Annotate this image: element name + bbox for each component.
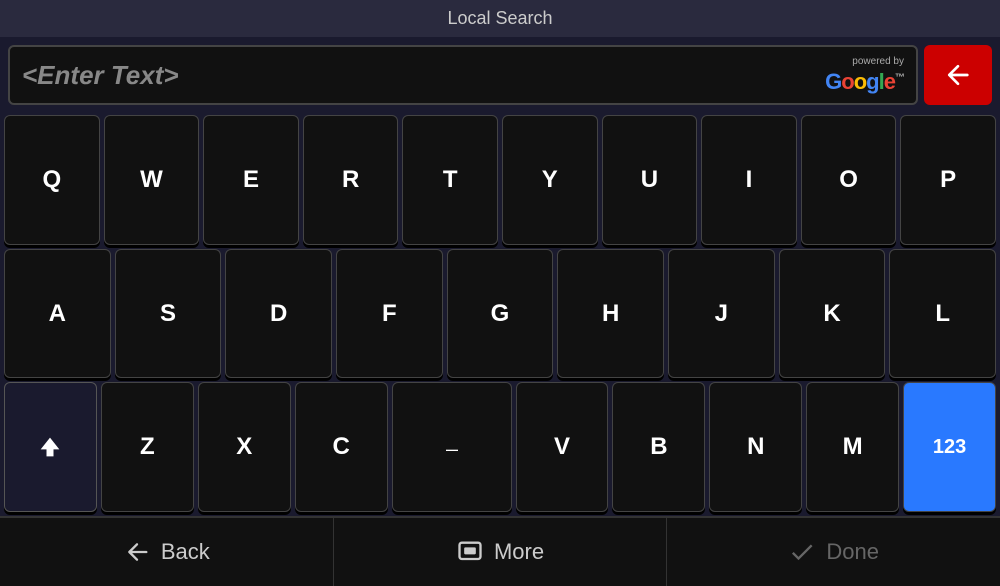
keyboard-area: Q W E R T Y U I O P A S D F G H J K L Z … (0, 111, 1000, 516)
key-M[interactable]: M (806, 382, 899, 512)
search-placeholder: <Enter Text> (22, 60, 179, 91)
key-K[interactable]: K (779, 249, 886, 379)
back-icon (123, 538, 151, 566)
key-Q[interactable]: Q (4, 115, 100, 245)
bottom-bar: Back More Done (0, 516, 1000, 586)
google-logo: Google™ (825, 69, 904, 95)
key-G[interactable]: G (447, 249, 554, 379)
key-L[interactable]: L (889, 249, 996, 379)
more-icon (456, 538, 484, 566)
key-E[interactable]: E (203, 115, 299, 245)
key-shift[interactable] (4, 382, 97, 512)
key-123[interactable]: 123 (903, 382, 996, 512)
key-U[interactable]: U (602, 115, 698, 245)
key-F[interactable]: F (336, 249, 443, 379)
done-icon (788, 538, 816, 566)
key-B[interactable]: B (612, 382, 705, 512)
back-button[interactable]: Back (0, 518, 334, 586)
done-label: Done (826, 539, 879, 565)
key-D[interactable]: D (225, 249, 332, 379)
keyboard-row-2: A S D F G H J K L (4, 249, 996, 379)
key-H[interactable]: H (557, 249, 664, 379)
key-S[interactable]: S (115, 249, 222, 379)
more-button[interactable]: More (334, 518, 668, 586)
keyboard-row-1: Q W E R T Y U I O P (4, 115, 996, 245)
keyboard-row-3: Z X C V B N M 123 (4, 382, 996, 512)
back-label: Back (161, 539, 210, 565)
key-P[interactable]: P (900, 115, 996, 245)
google-logo-area: powered by Google™ (825, 56, 904, 95)
search-input-box[interactable]: <Enter Text> powered by Google™ (8, 45, 918, 105)
key-A[interactable]: A (4, 249, 111, 379)
key-Z[interactable]: Z (101, 382, 194, 512)
powered-by-text: powered by (852, 56, 904, 67)
key-T[interactable]: T (402, 115, 498, 245)
backspace-button[interactable] (924, 45, 992, 105)
key-space[interactable] (392, 382, 512, 512)
more-label: More (494, 539, 544, 565)
key-N[interactable]: N (709, 382, 802, 512)
key-I[interactable]: I (701, 115, 797, 245)
key-J[interactable]: J (668, 249, 775, 379)
key-O[interactable]: O (801, 115, 897, 245)
title-text: Local Search (447, 8, 552, 28)
key-W[interactable]: W (104, 115, 200, 245)
key-C[interactable]: C (295, 382, 388, 512)
search-area: <Enter Text> powered by Google™ (0, 37, 1000, 111)
key-R[interactable]: R (303, 115, 399, 245)
key-Y[interactable]: Y (502, 115, 598, 245)
key-V[interactable]: V (516, 382, 609, 512)
done-button[interactable]: Done (667, 518, 1000, 586)
key-X[interactable]: X (198, 382, 291, 512)
page-title: Local Search (0, 0, 1000, 37)
